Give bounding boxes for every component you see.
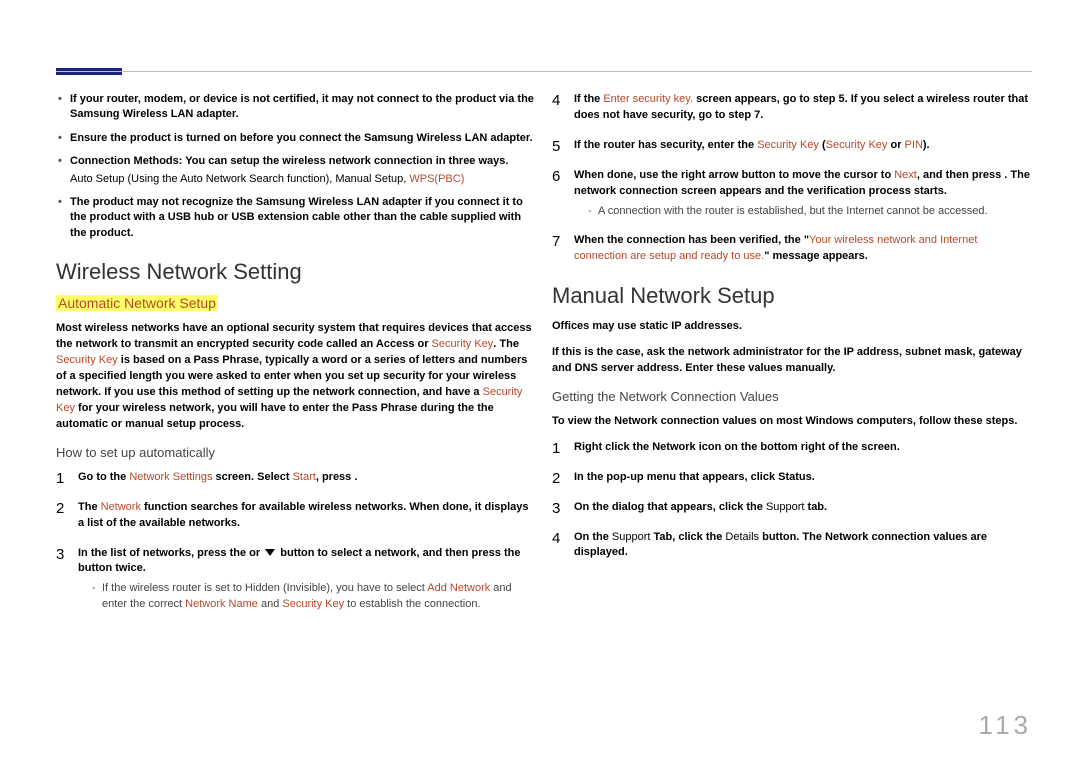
text: Connection Methods: You can setup the wi… <box>70 155 508 167</box>
text: WPS(PBC) <box>409 173 464 185</box>
text: Go to the <box>78 471 129 483</box>
text: is based on a Pass Phrase, typically a w… <box>56 354 527 398</box>
text: If your router, modem, or device is not … <box>70 93 534 105</box>
step-item: Right click the Network icon on the bott… <box>552 440 1032 456</box>
text: Network Settings <box>129 471 212 483</box>
step-item: On the Support Tab, click the Details bu… <box>552 530 1032 562</box>
text: Network Name <box>185 598 258 610</box>
getting-values-steps: Right click the Network icon on the bott… <box>552 440 1032 562</box>
text: If the router has security, enter the <box>574 139 757 151</box>
page-number: 113 <box>979 710 1032 741</box>
text: Support <box>766 501 805 513</box>
sub-note-item: A connection with the router is establis… <box>588 204 1032 219</box>
text: Samsung Wireless LAN adapter <box>256 196 422 208</box>
step-item: On the dialog that appears, click the Su… <box>552 500 1032 516</box>
text: Samsung Wireless LAN adapter <box>364 132 530 144</box>
header-rule <box>56 71 1032 72</box>
step-item: Go to the Network Settings screen. Selec… <box>56 470 536 486</box>
manual-para-1: Offices may use static IP addresses. <box>552 319 1032 335</box>
text: . The <box>493 338 519 350</box>
text: Tab, click the <box>650 531 725 543</box>
step-item: When the connection has been verified, t… <box>552 233 1032 265</box>
step-item: The Network function searches for availa… <box>56 500 536 532</box>
text: Security Key <box>826 139 888 151</box>
text: ). <box>923 139 930 151</box>
text: If the <box>574 93 603 105</box>
text: The product may not recognize the <box>70 196 256 208</box>
text: Start <box>293 471 316 483</box>
text: " message appears. <box>764 250 868 262</box>
sub-note: A connection with the router is establis… <box>574 204 1032 219</box>
text: Network <box>101 501 141 513</box>
manual-para-2: If this is the case, ask the network adm… <box>552 345 1032 377</box>
auto-steps-list: Go to the Network Settings screen. Selec… <box>56 470 536 612</box>
automatic-network-setup-heading: Automatic Network Setup <box>56 295 536 311</box>
auto-setup-paragraph: Most wireless networks have an optional … <box>56 321 536 433</box>
step-item: When done, use the right arrow button to… <box>552 168 1032 219</box>
text: Auto Setup (Using the Auto Network Searc… <box>70 173 409 185</box>
getting-values-intro: To view the Network connection values on… <box>552 414 1032 430</box>
text: On the dialog that appears, click the <box>574 501 766 513</box>
text: Enter security key. <box>603 93 693 105</box>
text: or <box>887 139 904 151</box>
text: for your wireless network, you will have… <box>56 402 494 430</box>
text: to establish the connection. <box>344 598 480 610</box>
text: On the <box>574 531 612 543</box>
text: Samsung Wireless LAN adapter <box>70 108 236 120</box>
text: , press . <box>316 471 358 483</box>
sub-note-item: If the wireless router is set to Hidden … <box>92 581 536 612</box>
step-item: In the list of networks, press the or bu… <box>56 546 536 613</box>
step-item: If the router has security, enter the Se… <box>552 138 1032 154</box>
text: Ensure the product is turned on before y… <box>70 132 364 144</box>
note-item: Connection Methods: You can setup the wi… <box>56 154 536 187</box>
text: and <box>258 598 282 610</box>
text: PIN <box>905 139 923 151</box>
text: Next <box>894 169 917 181</box>
text: In the list of networks, press the or <box>78 547 263 559</box>
left-column: If your router, modem, or device is not … <box>56 92 536 626</box>
step-item: In the pop-up menu that appears, click S… <box>552 470 1032 486</box>
text: Details <box>725 531 759 543</box>
how-to-auto-heading: How to set up automatically <box>56 445 536 460</box>
text: When the connection has been verified, t… <box>574 234 809 246</box>
text: Security Key <box>757 139 819 151</box>
text: Support <box>612 531 651 543</box>
text: If the wireless router is set to Hidden … <box>102 582 427 594</box>
text: Add Network <box>427 582 490 594</box>
content-area: If your router, modem, or device is not … <box>56 92 1032 626</box>
manual-network-setup-heading: Manual Network Setup <box>552 283 1032 309</box>
text: . <box>530 132 533 144</box>
down-arrow-icon <box>265 549 275 556</box>
top-notes-left: If your router, modem, or device is not … <box>56 92 536 241</box>
note-item: Ensure the product is turned on before y… <box>56 131 536 146</box>
note-item: If your router, modem, or device is not … <box>56 92 536 123</box>
text: tab. <box>804 501 827 513</box>
text: When done, use the right arrow button to… <box>574 169 894 181</box>
step-item: If the Enter security key. screen appear… <box>552 92 1032 124</box>
text: . <box>236 108 239 120</box>
getting-values-heading: Getting the Network Connection Values <box>552 389 1032 404</box>
text: screen. Select <box>212 471 292 483</box>
text: Security Key <box>56 354 118 366</box>
right-column: If the Enter security key. screen appear… <box>552 92 1032 626</box>
wireless-network-setting-heading: Wireless Network Setting <box>56 259 536 285</box>
auto-steps-continued: If the Enter security key. screen appear… <box>552 92 1032 265</box>
text: The <box>78 501 101 513</box>
text: Security Key <box>432 338 494 350</box>
sub-note: If the wireless router is set to Hidden … <box>78 581 536 612</box>
text: function searches for available wireless… <box>78 501 529 529</box>
text: Security Key <box>282 598 344 610</box>
note-item: The product may not recognize the Samsun… <box>56 195 536 241</box>
text: ( <box>819 139 826 151</box>
highlight: Automatic Network Setup <box>56 295 218 311</box>
